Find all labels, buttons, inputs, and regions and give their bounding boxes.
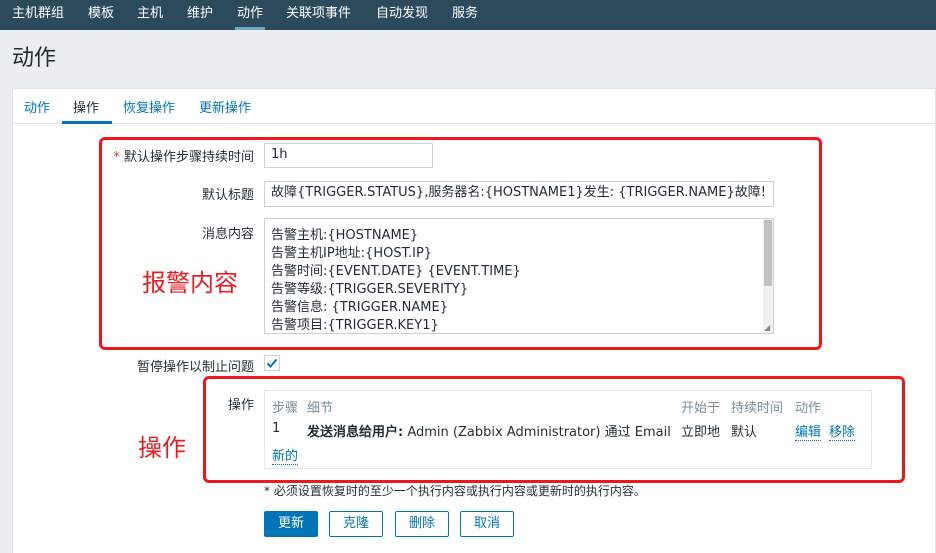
nav-services[interactable]: 服务 — [452, 0, 478, 30]
nav-maintenance[interactable]: 维护 — [187, 0, 213, 30]
page-title: 动作 — [12, 46, 57, 71]
nav-discovery[interactable]: 自动发现 — [376, 0, 428, 30]
tab-update-operations[interactable]: 更新操作 — [199, 97, 251, 116]
tab-recovery-operations[interactable]: 恢复操作 — [123, 97, 175, 116]
nav-correlation[interactable]: 关联项事件 — [286, 0, 351, 30]
tab-action[interactable]: 动作 — [24, 97, 50, 116]
tabs-divider — [12, 123, 936, 124]
nav-hosts[interactable]: 主机 — [137, 0, 163, 30]
nav-active-indicator — [235, 27, 265, 30]
nav-templates[interactable]: 模板 — [88, 0, 114, 30]
top-navigation: 主机群组 模板 主机 维护 动作 关联项事件 自动发现 服务 — [0, 0, 936, 30]
alert-content-annotation: 报警内容 — [142, 269, 238, 297]
operations-highlight-box — [203, 376, 905, 483]
operations-annotation: 操作 — [138, 434, 186, 462]
cancel-button[interactable]: 取消 — [460, 511, 514, 537]
delete-button[interactable]: 删除 — [395, 511, 449, 537]
tab-active-indicator — [62, 121, 112, 124]
checkmark-icon — [266, 358, 278, 368]
pause-label: 暂停操作以制止问题 — [136, 360, 254, 375]
clone-button[interactable]: 克隆 — [329, 511, 383, 537]
update-button[interactable]: 更新 — [264, 511, 318, 537]
tab-operations[interactable]: 操作 — [73, 97, 99, 116]
pause-checkbox[interactable] — [264, 355, 280, 371]
alert-content-highlight-box — [99, 137, 822, 350]
required-note: * 必须设置恢复时的至少一个执行内容或执行内容或更新时的执行内容。 — [264, 484, 646, 498]
nav-host-groups[interactable]: 主机群组 — [12, 0, 64, 30]
nav-actions[interactable]: 动作 — [237, 0, 263, 30]
